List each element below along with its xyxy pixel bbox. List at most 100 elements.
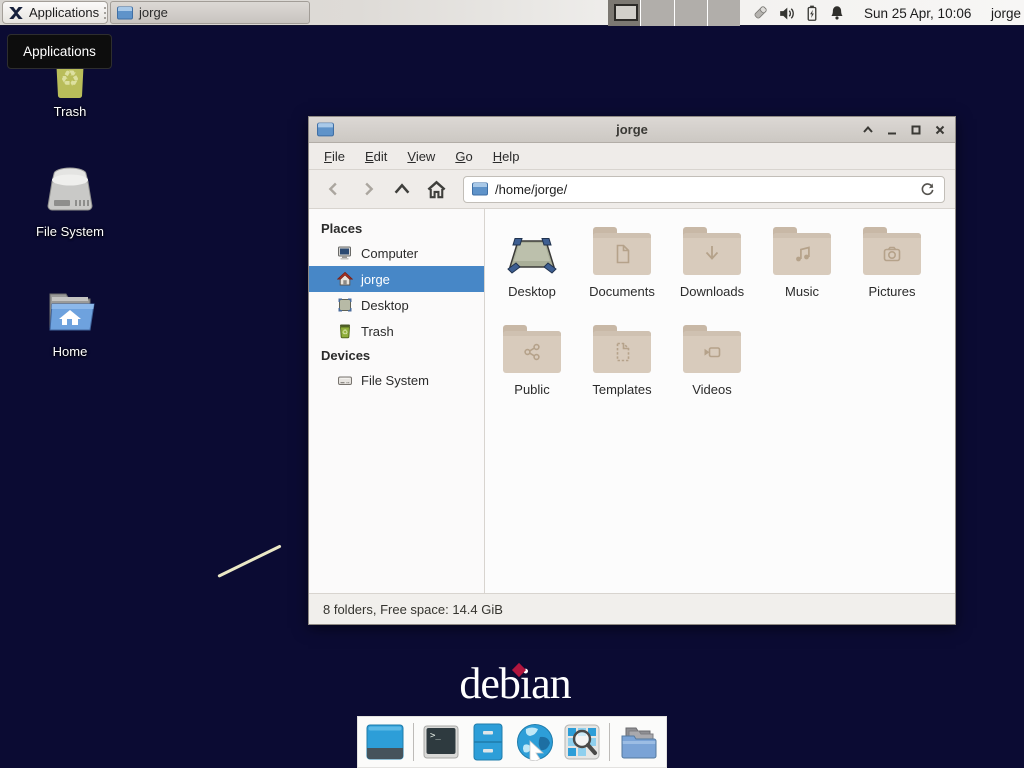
folder-item-documents[interactable]: Documents (577, 221, 667, 319)
folder-item-public[interactable]: Public (487, 319, 577, 417)
svg-text:♻: ♻ (342, 330, 348, 337)
desktop-place-icon (337, 297, 353, 313)
menu-view[interactable]: View (398, 146, 444, 167)
show-desktop-button[interactable] (366, 721, 405, 763)
file-cabinet-icon (473, 723, 503, 761)
path-text[interactable]: /home/jorge/ (495, 182, 912, 197)
web-browser-icon (516, 723, 554, 761)
folder-label: Templates (592, 382, 651, 397)
devices-header: Devices (309, 344, 484, 367)
file-grid: Desktop Documents (485, 209, 955, 593)
battery-icon[interactable] (803, 4, 821, 23)
sidebar-item-label: File System (361, 373, 429, 388)
desktop-screen: Applications jorge (0, 0, 1024, 768)
desktop-surface-icon (506, 233, 558, 275)
sidebar-item-label: Desktop (361, 298, 409, 313)
bottom-dock: >_ (357, 716, 667, 768)
sidebar: Places Computer (309, 209, 485, 593)
menu-go[interactable]: Go (446, 146, 481, 167)
folder-label: Music (785, 284, 819, 299)
music-glyph-icon (790, 242, 814, 266)
volume-icon[interactable] (777, 4, 796, 23)
sidebar-item-label: Trash (361, 324, 394, 339)
desktop-icon-label: File System (36, 224, 104, 239)
workspace-switcher[interactable] (608, 0, 740, 26)
workspace-2[interactable] (640, 0, 673, 26)
folder-item-desktop[interactable]: Desktop (487, 221, 577, 319)
menu-file[interactable]: File (315, 146, 354, 167)
sidebar-item-trash[interactable]: ♻ Trash (309, 318, 484, 344)
folder-item-templates[interactable]: Templates (577, 319, 667, 417)
computer-icon (337, 245, 353, 261)
file-manager-launcher[interactable] (469, 721, 508, 763)
folder-icon (683, 233, 741, 275)
folder-item-pictures[interactable]: Pictures (847, 221, 937, 319)
user-home-icon (337, 271, 353, 287)
window-titlebar[interactable]: jorge (309, 117, 955, 143)
terminal-launcher[interactable]: >_ (422, 721, 461, 763)
folder-item-videos[interactable]: Videos (667, 319, 757, 417)
sidebar-item-desktop[interactable]: Desktop (309, 292, 484, 318)
template-glyph-icon (610, 340, 634, 364)
folder-label: Pictures (869, 284, 916, 299)
sidebar-item-computer[interactable]: Computer (309, 240, 484, 266)
dock-separator (609, 723, 610, 761)
window-title: jorge (309, 122, 955, 137)
forward-button[interactable] (353, 175, 383, 203)
file-manager-window: jorge File Edit View Go Help (308, 116, 956, 625)
folder-icon (863, 233, 921, 275)
panel-clock[interactable]: Sun 25 Apr, 10:06 (864, 0, 971, 26)
workspace-4[interactable] (707, 0, 740, 26)
svg-text:>_: >_ (430, 731, 441, 741)
maximize-button[interactable] (909, 123, 923, 137)
sidebar-item-file-system[interactable]: File System (309, 367, 484, 393)
clipman-icon[interactable] (750, 3, 770, 23)
workspace-3[interactable] (674, 0, 707, 26)
sidebar-item-label: jorge (361, 272, 390, 287)
menubar: File Edit View Go Help (309, 143, 955, 170)
minimize-button[interactable] (885, 123, 899, 137)
applications-label: Applications (29, 5, 99, 20)
applications-icon (7, 4, 25, 22)
reload-icon[interactable] (919, 181, 936, 198)
debian-logo: debian (450, 658, 580, 709)
home-folder-icon (42, 284, 98, 340)
workspace-window-preview (614, 4, 638, 21)
camera-glyph-icon (880, 242, 904, 266)
desktop-icon-file-system[interactable]: File System (10, 164, 130, 239)
applications-menu-button[interactable]: Applications (2, 1, 108, 24)
web-browser-launcher[interactable] (515, 721, 554, 763)
up-button[interactable] (387, 175, 417, 203)
folder-item-downloads[interactable]: Downloads (667, 221, 757, 319)
menu-help[interactable]: Help (484, 146, 529, 167)
panel-username[interactable]: jorge (991, 0, 1021, 26)
close-button[interactable] (933, 123, 947, 137)
application-finder-launcher[interactable] (562, 721, 601, 763)
folder-label: Videos (692, 382, 732, 397)
document-glyph-icon (610, 242, 634, 266)
back-button[interactable] (319, 175, 349, 203)
shade-button[interactable] (861, 123, 875, 137)
notification-bell-icon[interactable] (828, 4, 846, 22)
folder-item-music[interactable]: Music (757, 221, 847, 319)
folder-icon (773, 233, 831, 275)
panel-handle[interactable] (104, 7, 107, 19)
taskbar-window-button[interactable]: jorge (110, 1, 310, 24)
top-panel: Applications jorge (0, 0, 1024, 26)
desktop-icon-home[interactable]: Home (10, 284, 130, 359)
menu-edit[interactable]: Edit (356, 146, 396, 167)
system-tray (750, 0, 846, 26)
statusbar: 8 folders, Free space: 14.4 GiB (309, 593, 955, 624)
show-desktop-icon (366, 724, 404, 760)
folder-icon (503, 331, 561, 373)
desktop-artifact-line (217, 544, 281, 577)
workspace-1[interactable] (608, 0, 640, 26)
location-bar[interactable]: /home/jorge/ (463, 176, 945, 203)
directory-menu-launcher[interactable] (618, 721, 658, 763)
sidebar-item-jorge[interactable]: jorge (309, 266, 484, 292)
toolbar: /home/jorge/ (309, 170, 955, 209)
home-button[interactable] (421, 175, 451, 203)
hard-drive-icon (42, 164, 98, 220)
trash-small-icon: ♻ (337, 323, 353, 339)
folder-icon (117, 6, 133, 20)
